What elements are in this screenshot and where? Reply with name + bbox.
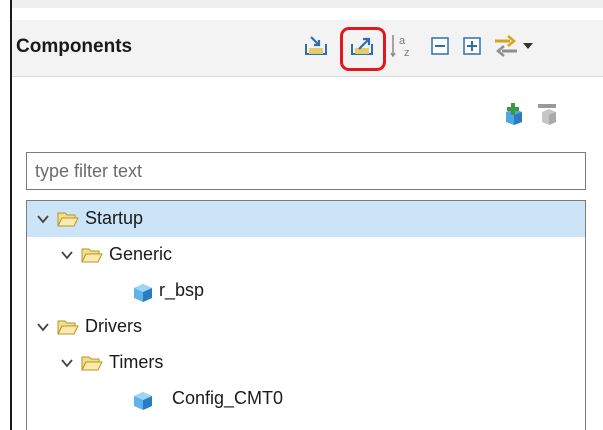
import-component-icon[interactable] (302, 32, 330, 60)
view-menu-icon[interactable] (518, 32, 538, 60)
tree-item-timers[interactable]: Timers (27, 345, 585, 381)
tree-item-label: Drivers (85, 316, 142, 336)
chevron-down-icon[interactable] (35, 211, 51, 227)
tree-item-config-cmt0[interactable]: Config_CMT0 (27, 381, 585, 417)
svg-text:z: z (404, 47, 410, 59)
tree-item-drivers[interactable]: Drivers (27, 309, 585, 345)
folder-open-icon (57, 212, 79, 227)
top-strip (12, 0, 603, 8)
chevron-down-icon[interactable] (59, 247, 75, 263)
panel-header: Components a z (12, 20, 603, 77)
folder-open-icon (81, 356, 103, 371)
tree-item-generic[interactable]: Generic (27, 237, 585, 273)
component-icon (134, 392, 152, 410)
chevron-down-icon[interactable] (35, 319, 51, 335)
folder-open-icon (57, 320, 79, 335)
chevron-down-icon[interactable] (59, 355, 75, 371)
panel-title: Components (16, 36, 133, 57)
remove-component-icon[interactable] (536, 100, 560, 126)
sort-alphabetical-icon[interactable]: a z (388, 32, 416, 60)
collapse-all-icon[interactable] (426, 32, 454, 60)
components-tree: Startup Generic r_bsp Drivers Timers Con… (26, 200, 586, 430)
tree-item-label: Config_CMT0 (172, 388, 284, 408)
tree-item-label: Generic (109, 244, 173, 264)
export-highlight-box (340, 27, 386, 71)
folder-open-icon (81, 248, 103, 263)
tree-item-label: r_bsp (159, 280, 205, 300)
filter-input[interactable] (26, 152, 586, 190)
link-with-editor-icon[interactable] (492, 32, 520, 60)
svg-text:a: a (399, 35, 406, 47)
components-panel: Components a z type filter text Startup … (0, 0, 603, 430)
tree-item-label: Timers (109, 352, 164, 372)
expand-all-icon[interactable] (458, 32, 486, 60)
component-icon (134, 284, 152, 302)
tree-item-r-bsp[interactable]: r_bsp (27, 273, 585, 309)
add-component-icon[interactable] (502, 100, 526, 126)
tree-item-startup[interactable]: Startup (27, 201, 585, 237)
tree-item-label: Startup (85, 208, 144, 228)
